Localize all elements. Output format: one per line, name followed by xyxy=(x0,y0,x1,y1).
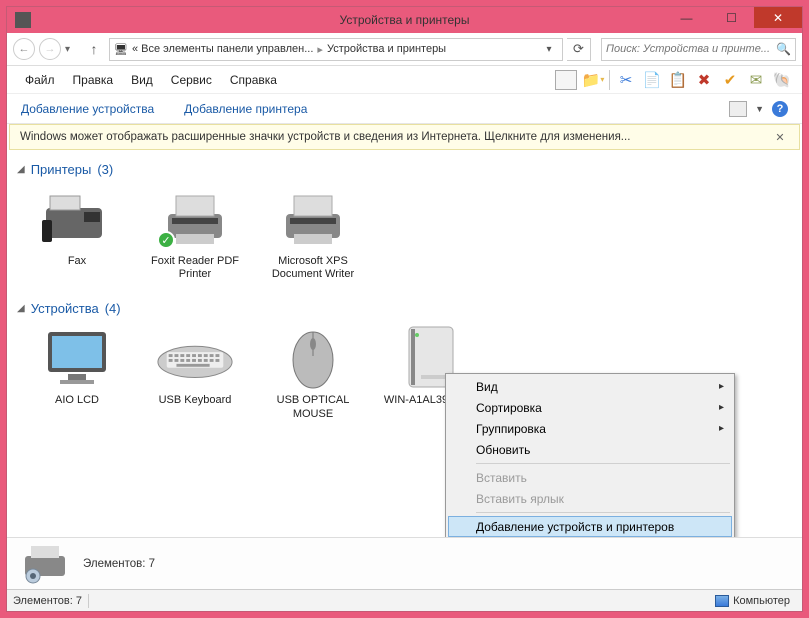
details-text: Элементов: 7 xyxy=(83,558,155,570)
organize-icon[interactable] xyxy=(555,70,577,90)
info-bar[interactable]: Windows может отображать расширенные зна… xyxy=(9,124,800,150)
ctx-paste: Вставить xyxy=(448,467,732,488)
item-label: Microsoft XPS Document Writer xyxy=(259,255,367,281)
breadcrumb-item[interactable]: « Все элементы панели управлен... xyxy=(132,43,313,55)
add-printer-link[interactable]: Добавление принтера xyxy=(184,102,307,116)
close-button[interactable]: ✕ xyxy=(754,7,802,28)
mail-icon[interactable]: ✉ xyxy=(746,70,766,90)
ctx-paste-shortcut: Вставить ярлык xyxy=(448,488,732,509)
breadcrumb-item[interactable]: Устройства и принтеры xyxy=(327,43,446,55)
item-label: Fax xyxy=(68,255,86,268)
ctx-sort[interactable]: Сортировка xyxy=(448,397,732,418)
group-count: (4) xyxy=(105,301,121,316)
printers-row: Fax ✓ Foxit Reader PDF Printer Microsoft… xyxy=(9,183,800,295)
menu-bar: Файл Правка Вид Сервис Справка 📁▾ ✂ 📄 📋 … xyxy=(7,66,802,94)
menu-file[interactable]: Файл xyxy=(17,71,63,89)
status-bar: Элементов: 7 Компьютер xyxy=(7,589,802,611)
content-pane[interactable]: ◢ Принтеры (3) Fax ✓ Foxit Reader PDF Pr… xyxy=(7,150,802,537)
menu-edit[interactable]: Правка xyxy=(65,71,122,89)
breadcrumb-sep: ▸ xyxy=(317,43,323,56)
ctx-add-devices-printers[interactable]: Добавление устройств и принтеров xyxy=(448,516,732,537)
paste-icon[interactable]: 📋 xyxy=(668,70,688,90)
details-pane: Элементов: 7 xyxy=(7,537,802,589)
view-mode-button[interactable] xyxy=(729,101,747,117)
infobar-close-button[interactable]: ✕ xyxy=(771,128,789,146)
menu-view[interactable]: Вид xyxy=(123,71,161,89)
device-item-xps[interactable]: Microsoft XPS Document Writer xyxy=(259,187,367,281)
device-item-keyboard[interactable]: USB Keyboard xyxy=(141,326,249,420)
menu-service[interactable]: Сервис xyxy=(163,71,220,89)
window-controls: — ☐ ✕ xyxy=(664,7,802,28)
item-label: USB OPTICAL MOUSE xyxy=(259,394,367,420)
titlebar[interactable]: Устройства и принтеры — ☐ ✕ xyxy=(7,7,802,33)
item-label: Foxit Reader PDF Printer xyxy=(141,255,249,281)
cut-icon[interactable]: ✂ xyxy=(616,70,636,90)
device-item-foxit[interactable]: ✓ Foxit Reader PDF Printer xyxy=(141,187,249,281)
status-elements: Элементов: 7 xyxy=(13,595,82,607)
status-computer-label: Компьютер xyxy=(733,595,790,607)
keyboard-icon xyxy=(155,326,235,390)
item-label: AIO LCD xyxy=(55,394,99,407)
ctx-separator xyxy=(476,463,730,464)
group-name: Устройства xyxy=(31,301,99,316)
collapse-icon[interactable]: ◢ xyxy=(17,303,25,314)
device-item-fax[interactable]: Fax xyxy=(23,187,131,281)
search-icon[interactable]: 🔍 xyxy=(776,42,791,56)
nav-bar: ← → ▾ ↑ 🖥 « Все элементы панели управлен… xyxy=(7,33,802,66)
view-mode-dropdown[interactable]: ▼ xyxy=(755,104,764,114)
context-menu: Вид Сортировка Группировка Обновить Вста… xyxy=(445,373,735,537)
details-printer-icon xyxy=(21,544,69,584)
up-button[interactable]: ↑ xyxy=(83,38,105,60)
ctx-refresh[interactable]: Обновить xyxy=(448,439,732,460)
computer-icon xyxy=(715,595,729,607)
group-name: Принтеры xyxy=(31,162,92,177)
infobar-text: Windows может отображать расширенные зна… xyxy=(20,131,630,143)
monitor-icon xyxy=(37,326,117,390)
ctx-group[interactable]: Группировка xyxy=(448,418,732,439)
ctx-separator xyxy=(476,512,730,513)
refresh-button[interactable]: ⟳ xyxy=(567,38,591,61)
device-item-monitor[interactable]: AIO LCD xyxy=(23,326,131,420)
search-box[interactable]: 🔍 xyxy=(601,38,796,61)
ctx-view[interactable]: Вид xyxy=(448,376,732,397)
forward-button[interactable]: → xyxy=(39,38,61,60)
device-item-mouse[interactable]: USB OPTICAL MOUSE xyxy=(259,326,367,420)
search-input[interactable] xyxy=(606,43,776,55)
collapse-icon[interactable]: ◢ xyxy=(17,164,25,175)
back-button[interactable]: ← xyxy=(13,38,35,60)
mouse-icon xyxy=(273,326,353,390)
add-device-link[interactable]: Добавление устройства xyxy=(21,102,154,116)
menu-help[interactable]: Справка xyxy=(222,71,285,89)
shell-icon[interactable]: 🐚 xyxy=(772,70,792,90)
address-dropdown-button[interactable]: ▾ xyxy=(540,44,558,55)
control-panel-icon: 🖥 xyxy=(114,43,128,56)
check-icon[interactable]: ✔ xyxy=(720,70,740,90)
fax-icon xyxy=(37,187,117,251)
maximize-button[interactable]: ☐ xyxy=(709,7,754,28)
toolbar-icons: 📁▾ ✂ 📄 📋 ✖ ✔ ✉ 🐚 xyxy=(555,70,792,90)
item-label: USB Keyboard xyxy=(159,394,232,407)
copy-icon[interactable]: 📄 xyxy=(642,70,662,90)
group-header-printers[interactable]: ◢ Принтеры (3) xyxy=(9,156,800,183)
folder-icon[interactable]: 📁▾ xyxy=(583,70,603,90)
status-computer: Компьютер xyxy=(709,595,796,607)
window-frame: Устройства и принтеры — ☐ ✕ ← → ▾ ↑ 🖥 « … xyxy=(6,6,803,612)
default-check-badge: ✓ xyxy=(157,231,175,249)
printer-icon: ✓ xyxy=(155,187,235,251)
delete-icon[interactable]: ✖ xyxy=(694,70,714,90)
command-bar: Добавление устройства Добавление принтер… xyxy=(7,94,802,124)
printer-icon xyxy=(273,187,353,251)
help-icon[interactable]: ? xyxy=(772,101,788,117)
minimize-button[interactable]: — xyxy=(664,7,709,28)
group-count: (3) xyxy=(97,162,113,177)
recent-locations-button[interactable]: ▾ xyxy=(65,44,79,55)
group-header-devices[interactable]: ◢ Устройства (4) xyxy=(9,295,800,322)
address-bar[interactable]: 🖥 « Все элементы панели управлен... ▸ Ус… xyxy=(109,38,563,61)
